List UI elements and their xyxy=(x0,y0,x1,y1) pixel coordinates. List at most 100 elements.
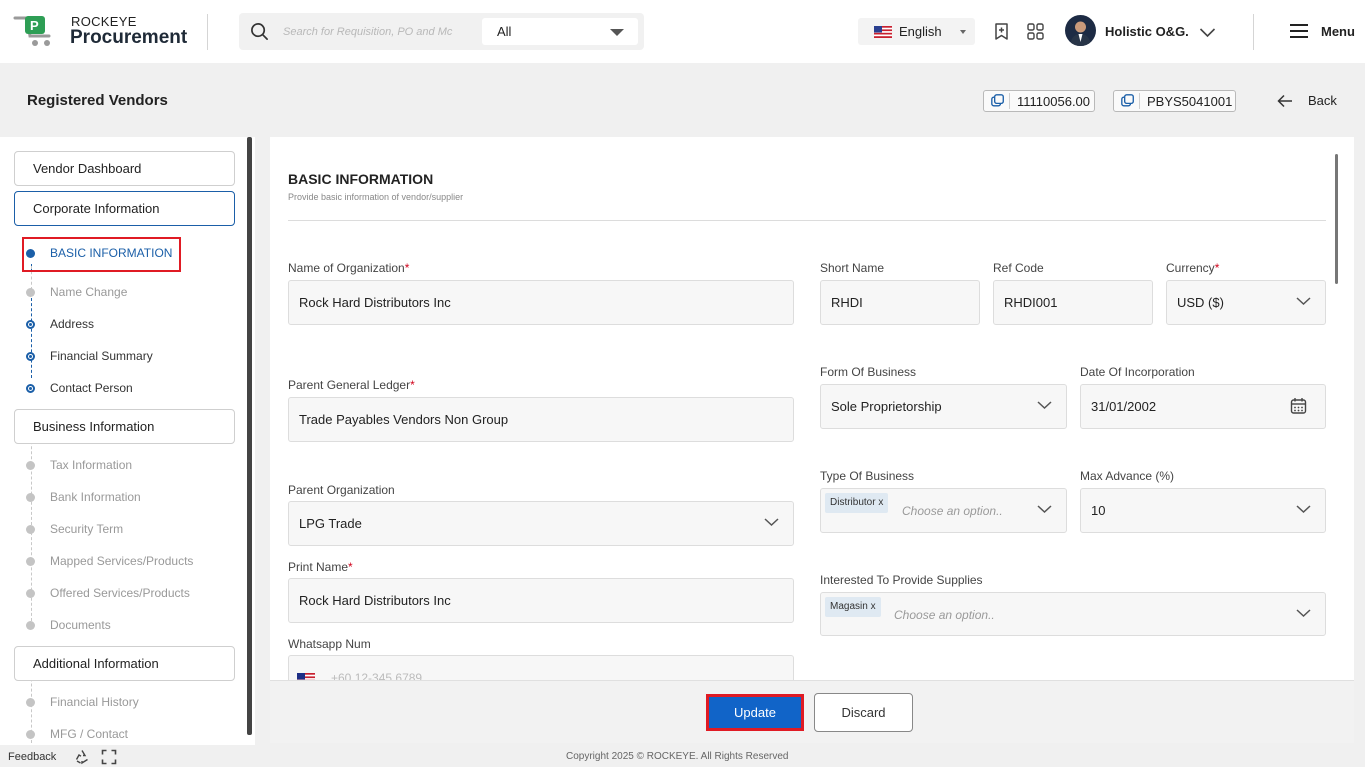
avatar[interactable] xyxy=(1065,15,1096,46)
currency-value: USD ($) xyxy=(1177,295,1224,310)
hamburger-icon xyxy=(1290,24,1308,38)
copyright-text: Copyright 2025 © ROCKEYE. All Rights Res… xyxy=(566,751,789,762)
search-scope-select[interactable]: All xyxy=(482,18,638,45)
divider xyxy=(1253,14,1254,50)
section-title: BASIC INFORMATION xyxy=(288,171,434,187)
update-button[interactable]: Update xyxy=(706,694,804,731)
short-name-value: RHDI xyxy=(831,295,863,310)
copy-icon xyxy=(1121,93,1140,109)
chevron-down-icon xyxy=(1037,401,1052,410)
parent-org-label: Parent Organization xyxy=(288,483,395,497)
type-business-multiselect[interactable]: Distributor x Choose an option.. xyxy=(820,488,1067,533)
chevron-down-icon[interactable] xyxy=(1199,27,1216,38)
max-advance-value: 10 xyxy=(1091,503,1106,518)
parent-ledger-field[interactable]: Trade Payables Vendors Non Group xyxy=(288,397,794,442)
step-pending-icon xyxy=(26,461,35,470)
supplies-label: Interested To Provide Supplies xyxy=(820,573,983,587)
sidebar-scrollbar[interactable] xyxy=(247,137,252,735)
required-marker: * xyxy=(410,378,415,392)
step-done-icon xyxy=(26,320,35,329)
parent-org-select[interactable]: LPG Trade xyxy=(288,501,794,546)
form-business-label: Form Of Business xyxy=(820,365,917,379)
whatsapp-field[interactable]: +60 12-345 6789 xyxy=(288,655,794,680)
sidebar-item-business-information[interactable]: Business Information xyxy=(14,409,235,444)
fullscreen-icon[interactable] xyxy=(101,749,117,765)
org-name-field[interactable]: Rock Hard Distributors Inc xyxy=(288,280,794,325)
calendar-icon[interactable] xyxy=(1290,397,1307,415)
selected-chip[interactable]: Magasin x xyxy=(825,597,881,617)
selected-chip[interactable]: Distributor x xyxy=(825,493,889,513)
print-name-label-text: Print Name xyxy=(288,560,349,574)
required-marker: * xyxy=(404,261,410,275)
discard-button[interactable]: Discard xyxy=(814,693,913,732)
supplies-placeholder: Choose an option.. xyxy=(894,608,995,622)
bookmark-add-icon[interactable] xyxy=(992,22,1011,41)
form-business-select[interactable]: Sole Proprietorship xyxy=(820,384,1067,429)
short-name-label: Short Name xyxy=(820,261,885,275)
page-title: Registered Vendors xyxy=(27,92,168,109)
sidebar-item-label: Financial History xyxy=(50,695,139,709)
sidebar-item-vendor-dashboard[interactable]: Vendor Dashboard xyxy=(14,151,235,186)
ref-code-label: Ref Code xyxy=(993,261,1044,275)
search-scope-value: All xyxy=(497,24,512,39)
us-flag-icon xyxy=(874,26,892,38)
step-pending-icon xyxy=(26,621,35,630)
svg-text:P: P xyxy=(30,18,39,33)
step-pending-icon xyxy=(26,525,35,534)
caret-down-icon xyxy=(960,30,966,34)
menu-button[interactable]: Menu xyxy=(1289,22,1359,42)
incorporation-date-field[interactable]: 31/01/2002 xyxy=(1080,384,1326,429)
ref-code-field[interactable]: RHDI001 xyxy=(993,280,1153,325)
whatsapp-placeholder: +60 12-345 6789 xyxy=(331,671,423,680)
sidebar-item-label: Bank Information xyxy=(50,490,141,504)
sidebar-item-label: Business Information xyxy=(33,419,155,434)
form-scrollbar[interactable] xyxy=(1335,154,1338,284)
short-name-field[interactable]: RHDI xyxy=(820,280,980,325)
vendor-id-tag[interactable]: PBYS5041001 xyxy=(1113,90,1236,112)
supplies-multiselect[interactable]: Magasin x Choose an option.. xyxy=(820,592,1326,636)
ref-code-value: RHDI001 xyxy=(1004,295,1058,310)
currency-select[interactable]: USD ($) xyxy=(1166,280,1326,325)
back-button[interactable]: Back xyxy=(1277,92,1347,110)
step-pending-icon xyxy=(26,288,35,297)
search-bar: All xyxy=(239,13,644,50)
step-pending-icon xyxy=(26,730,35,739)
step-pending-icon xyxy=(26,589,35,598)
vendor-code-tag[interactable]: 11110056.00 xyxy=(983,90,1095,112)
step-connector xyxy=(31,298,32,378)
step-pending-icon xyxy=(26,493,35,502)
sidebar-item-label: Security Term xyxy=(50,522,124,536)
sidebar-item-label: Offered Services/Products xyxy=(50,586,190,600)
search-icon[interactable] xyxy=(250,22,269,41)
parent-ledger-label: Parent General Ledger* xyxy=(288,378,415,392)
sidebar-item-corporate-information[interactable]: Corporate Information xyxy=(14,191,235,226)
print-name-field[interactable]: Rock Hard Distributors Inc xyxy=(288,578,794,623)
max-advance-select[interactable]: 10 xyxy=(1080,488,1326,533)
user-name[interactable]: Holistic O&G. xyxy=(1105,24,1189,39)
sidebar-item-label: Corporate Information xyxy=(33,201,160,216)
feedback-link[interactable]: Feedback xyxy=(8,751,56,763)
sidebar-item-label: Contact Person xyxy=(50,381,133,395)
recycle-icon[interactable] xyxy=(74,749,90,765)
whatsapp-label: Whatsapp Num xyxy=(288,637,371,651)
apps-grid-icon[interactable] xyxy=(1026,22,1045,41)
chevron-down-icon xyxy=(1296,505,1311,514)
parent-org-value: LPG Trade xyxy=(299,516,362,531)
type-business-label: Type Of Business xyxy=(820,469,915,483)
chevron-down-icon xyxy=(1296,609,1311,618)
language-label: English xyxy=(899,24,942,39)
step-pending-icon xyxy=(26,557,35,566)
currency-label-text: Currency xyxy=(1166,261,1215,275)
org-name-label-text: Name of Organization xyxy=(288,261,405,275)
type-business-placeholder: Choose an option.. xyxy=(902,504,1003,518)
caret-down-icon xyxy=(610,29,624,36)
sidebar-item-additional-information[interactable]: Additional Information xyxy=(14,646,235,681)
divider xyxy=(288,220,1326,221)
basic-information-form: BASIC INFORMATION Provide basic informat… xyxy=(270,137,1354,680)
sidebar-item-label: Tax Information xyxy=(50,458,133,472)
product-name: Procurement xyxy=(70,27,188,48)
search-input[interactable] xyxy=(283,21,469,42)
language-select[interactable]: English xyxy=(858,18,975,45)
copy-icon xyxy=(991,93,1010,109)
form-business-value: Sole Proprietorship xyxy=(831,399,942,414)
